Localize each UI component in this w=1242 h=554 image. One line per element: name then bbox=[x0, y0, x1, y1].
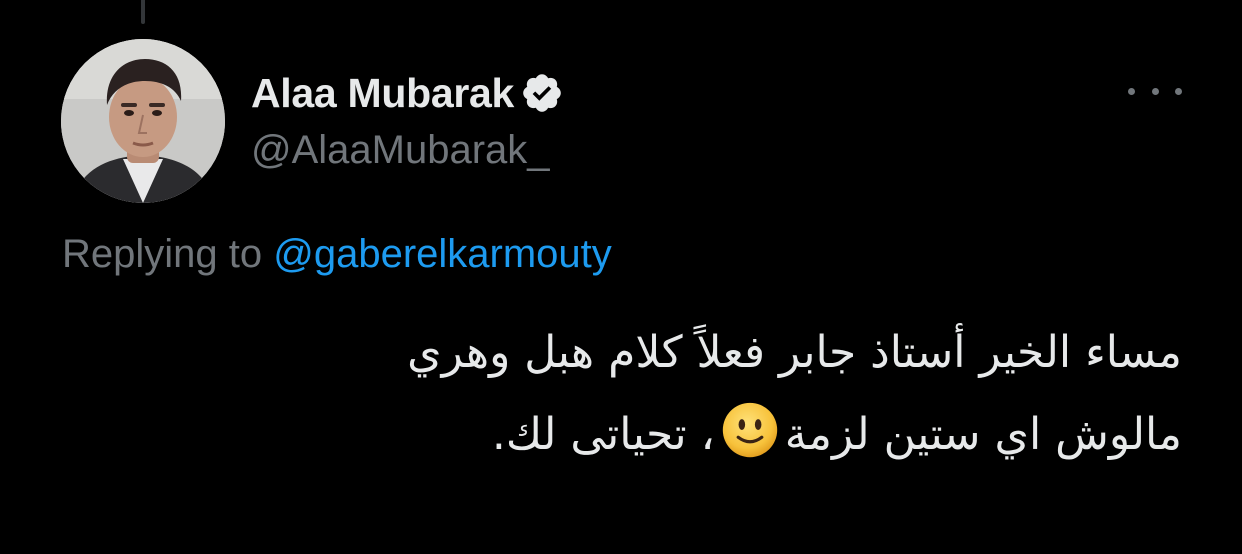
username-handle[interactable]: @AlaaMubarak_ bbox=[251, 128, 550, 173]
replying-to-mention[interactable]: @gaberelkarmouty bbox=[273, 232, 612, 276]
thread-connector-line bbox=[141, 0, 145, 24]
avatar[interactable] bbox=[61, 39, 225, 203]
display-name[interactable]: Alaa Mubarak bbox=[251, 70, 514, 117]
tweet-text-segment-2: ، تحياتى لك. bbox=[491, 409, 715, 460]
more-options-icon[interactable] bbox=[1128, 78, 1182, 104]
tweet-text: مساء الخير أستاذ جابر فعلاً كلام هبل وهر… bbox=[62, 312, 1182, 476]
replying-prefix: Replying to bbox=[62, 232, 263, 276]
verified-badge-icon bbox=[520, 71, 564, 115]
slightly-smiling-face-emoji bbox=[721, 401, 779, 459]
tweet-text-line-1: مساء الخير أستاذ جابر فعلاً كلام هبل وهر… bbox=[407, 327, 1182, 378]
author-name-row[interactable]: Alaa Mubarak bbox=[251, 68, 564, 118]
tweet-text-line-2: مالوش اي ستين لزمة ، تحياتى لك. bbox=[62, 394, 1182, 476]
tweet-card[interactable]: Alaa Mubarak @AlaaMubarak_ Replying to @… bbox=[0, 0, 1242, 554]
tweet-text-segment-1: مالوش اي ستين لزمة bbox=[784, 409, 1182, 460]
replying-to-line: Replying to @gaberelkarmouty bbox=[62, 232, 612, 277]
